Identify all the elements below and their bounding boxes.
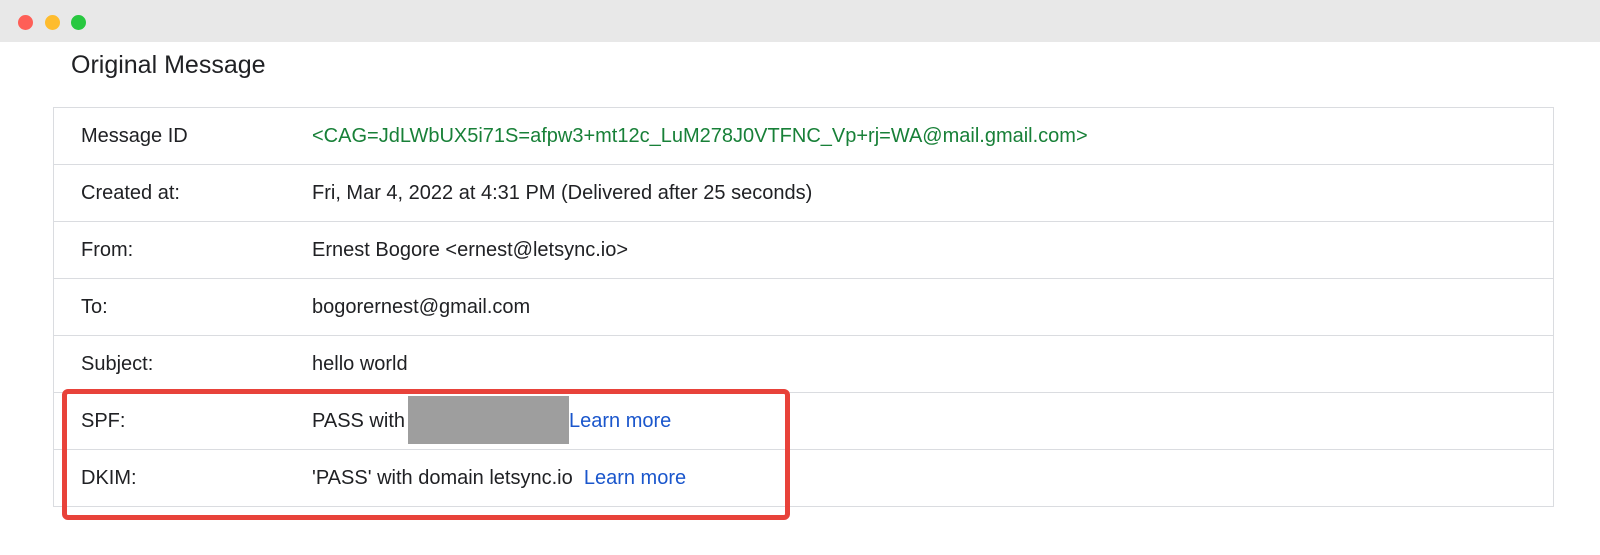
row-label: Created at:	[81, 182, 180, 204]
dkim-value: 'PASS' with domain letsync.io	[312, 467, 573, 489]
table-row-message-id: Message ID <CAG=JdLWbUX5i71S=afpw3+mt12c…	[54, 108, 1553, 165]
spf-value-container: PASS with Learn more	[312, 393, 671, 450]
message-details-table: Message ID <CAG=JdLWbUX5i71S=afpw3+mt12c…	[53, 107, 1554, 507]
spf-learn-more-link[interactable]: Learn more	[569, 410, 671, 432]
close-window-button[interactable]	[18, 15, 33, 30]
original-message-panel: Original Message Message ID <CAG=JdLWbUX…	[0, 42, 1600, 555]
maximize-window-button[interactable]	[71, 15, 86, 30]
window: Original Message Message ID <CAG=JdLWbUX…	[0, 0, 1600, 555]
table-row-created-at: Created at: Fri, Mar 4, 2022 at 4:31 PM …	[54, 165, 1553, 222]
subject-value: hello world	[312, 353, 408, 375]
row-label: From:	[81, 239, 134, 261]
table-row-subject: Subject: hello world	[54, 336, 1553, 393]
row-label: SPF:	[81, 410, 126, 432]
row-label: Subject:	[81, 353, 154, 375]
dkim-learn-more-link[interactable]: Learn more	[584, 467, 686, 489]
created-at-value: Fri, Mar 4, 2022 at 4:31 PM (Delivered a…	[312, 182, 813, 204]
to-value: bogorernest@gmail.com	[312, 296, 531, 318]
message-id-value: <CAG=JdLWbUX5i71S=afpw3+mt12c_LuM278J0VT…	[312, 125, 1088, 147]
redacted-block	[408, 395, 569, 444]
dkim-value-container: 'PASS' with domain letsync.io Learn more	[312, 450, 686, 507]
spf-value: PASS with	[312, 410, 405, 432]
row-label: DKIM:	[81, 467, 137, 489]
page-title: Original Message	[71, 51, 266, 79]
title-bar	[0, 0, 1600, 42]
row-label: Message ID	[81, 125, 188, 147]
from-value: Ernest Bogore <ernest@letsync.io>	[312, 239, 629, 261]
table-row-from: From: Ernest Bogore <ernest@letsync.io>	[54, 222, 1553, 279]
table-row-to: To: bogorernest@gmail.com	[54, 279, 1553, 336]
minimize-window-button[interactable]	[45, 15, 60, 30]
table-row-spf: SPF: PASS with Learn more	[54, 393, 1553, 450]
table-row-dkim: DKIM: 'PASS' with domain letsync.io Lear…	[54, 450, 1553, 506]
row-label: To:	[81, 296, 108, 318]
